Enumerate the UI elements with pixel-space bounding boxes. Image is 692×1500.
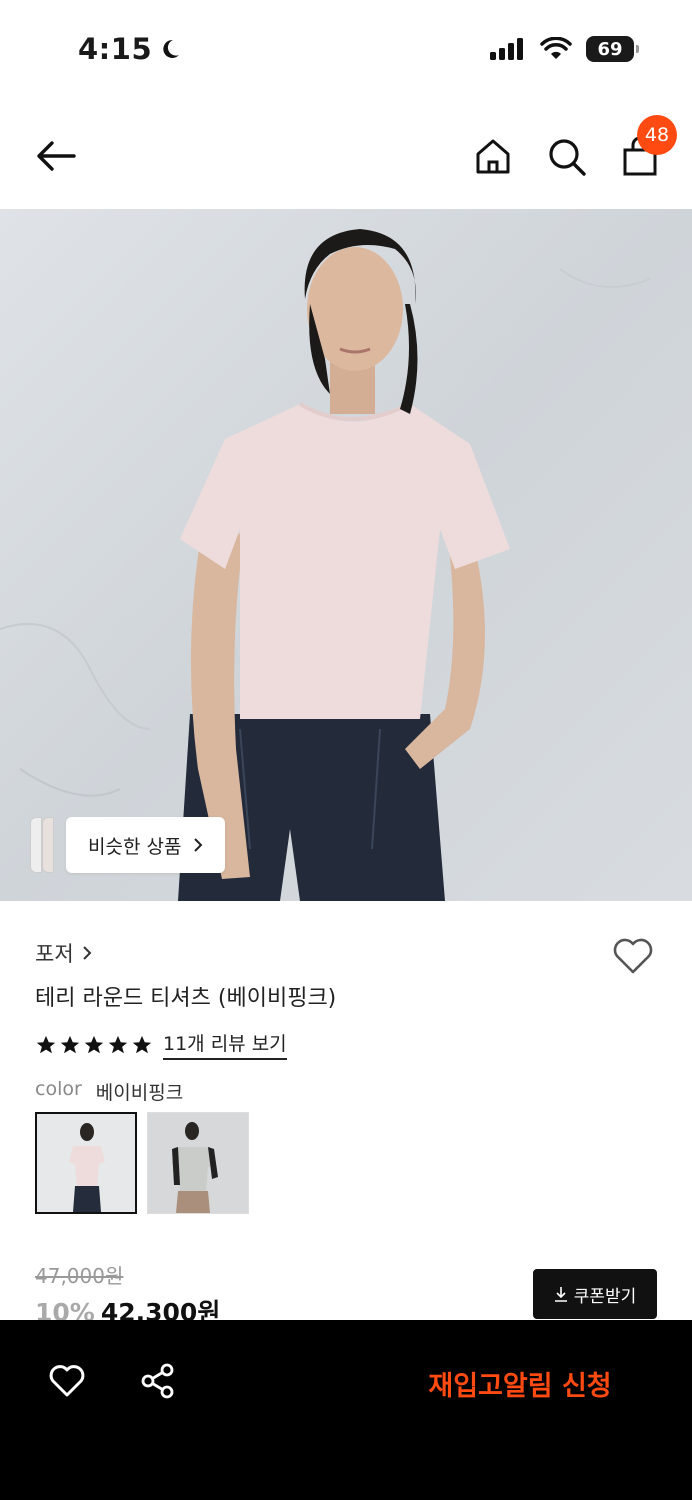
status-bar: 4:15 69: [0, 0, 692, 100]
color-label: color: [35, 1078, 82, 1100]
brand-link[interactable]: 포저: [35, 938, 92, 968]
home-icon[interactable]: [472, 136, 514, 178]
restock-alert-button[interactable]: 재입고알림 신청: [395, 1360, 645, 1406]
wishlist-heart-icon[interactable]: [611, 936, 655, 976]
model-photo-illustration: [0, 229, 651, 901]
swatch-thumbnail: [37, 1114, 135, 1212]
restock-label: 재입고알림 신청: [428, 1370, 612, 1402]
back-arrow-icon[interactable]: [34, 138, 78, 174]
swatch-babypink[interactable]: [35, 1112, 137, 1214]
star-icon: [108, 1035, 128, 1053]
star-rating: [35, 1034, 153, 1056]
status-time: 4:15: [78, 32, 182, 66]
brand-name: 포저: [35, 942, 74, 966]
similar-label: 비슷한 상품: [88, 835, 182, 858]
battery-level: 69: [597, 38, 623, 60]
product-hero-image[interactable]: [0, 209, 692, 901]
similar-thumbnails: [30, 817, 66, 873]
status-icons: 69: [490, 36, 639, 62]
similar-products-button[interactable]: 비슷한 상품: [30, 817, 226, 873]
clock-text: 4:15: [78, 32, 153, 66]
download-icon: [554, 1287, 567, 1302]
reviews-link[interactable]: 11개 리뷰 보기: [163, 1029, 287, 1060]
moon-icon: [163, 39, 180, 58]
wifi-icon: [540, 37, 572, 59]
search-icon[interactable]: [546, 136, 588, 178]
battery-icon: 69: [586, 36, 639, 62]
share-icon[interactable]: [139, 1362, 177, 1400]
cart-count-badge: 48: [637, 115, 677, 155]
coupon-label: 쿠폰받기: [573, 1286, 637, 1307]
product-title: 테리 라운드 티셔츠 (베이비핑크): [35, 986, 337, 1011]
chevron-right-icon: [82, 946, 92, 960]
signal-icon: [490, 38, 523, 60]
bottom-action-bar: 재입고알림 신청: [0, 1320, 692, 1500]
star-icon: [60, 1035, 80, 1053]
swatch-thumbnail: [148, 1113, 248, 1213]
original-price: 47,000원: [35, 1264, 124, 1288]
rating-row: 11개 리뷰 보기: [35, 1029, 287, 1060]
star-icon: [132, 1035, 152, 1053]
similar-thumb: [30, 817, 42, 873]
swatch-grey[interactable]: [147, 1112, 249, 1214]
chevron-right-icon: [194, 838, 203, 852]
color-value: 베이비핑크: [95, 1082, 184, 1104]
color-row: color 베이비핑크: [35, 1078, 183, 1105]
heart-icon[interactable]: [48, 1364, 86, 1398]
star-icon: [84, 1035, 104, 1053]
similar-thumb: [42, 817, 54, 873]
app-header: [0, 110, 692, 205]
star-icon: [36, 1035, 56, 1053]
cart-count: 48: [644, 124, 670, 146]
color-swatches: [35, 1112, 249, 1214]
coupon-button[interactable]: 쿠폰받기: [533, 1269, 657, 1319]
similar-label-card: 비슷한 상품: [66, 817, 226, 873]
